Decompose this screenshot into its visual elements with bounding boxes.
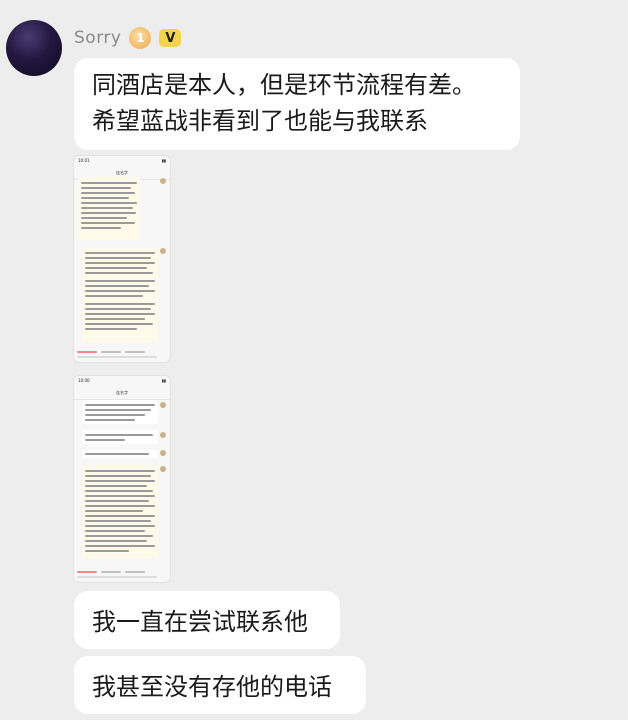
message-line: 希望蓝战非看到了也能与我联系 (92, 107, 428, 135)
sender-name[interactable]: Sorry (74, 28, 121, 48)
avatar (160, 178, 166, 184)
avatar (160, 432, 166, 438)
chat-preview-bubble (82, 430, 158, 444)
message-bubble[interactable]: 我甚至没有存他的电话 (74, 656, 366, 714)
signal-icon: ▮▮ (161, 378, 166, 383)
level-badge: 1 (129, 27, 152, 49)
avatar (160, 450, 166, 456)
image-message[interactable]: 10:01 ▮▮ 连名字 (74, 156, 170, 362)
phone-input-bar (77, 350, 167, 360)
image-message[interactable]: 10:00 ▮▮ 连名字 (74, 376, 170, 582)
phone-time: 10:01 (78, 158, 90, 163)
avatar (160, 402, 166, 408)
phone-status-bar: 10:01 ▮▮ (74, 156, 170, 170)
phone-input-bar (77, 570, 167, 580)
message-bubble[interactable]: 我一直在尝试联系他 (74, 591, 340, 649)
signal-icon: ▮▮ (161, 158, 166, 163)
avatar (160, 248, 166, 254)
sender-avatar[interactable] (6, 20, 62, 76)
avatar (160, 466, 166, 472)
message-bubble[interactable]: 同酒店是本人，但是环节流程有差。 希望蓝战非看到了也能与我联系 (74, 58, 520, 150)
phone-time: 10:00 (78, 378, 90, 383)
phone-status-bar: 10:00 ▮▮ (74, 376, 170, 390)
verified-badge: V (159, 29, 182, 47)
sender-header: Sorry 1 V (74, 24, 182, 52)
phone-chat-title: 连名字 (74, 390, 170, 400)
message-line: 同酒店是本人，但是环节流程有差。 (92, 71, 476, 99)
